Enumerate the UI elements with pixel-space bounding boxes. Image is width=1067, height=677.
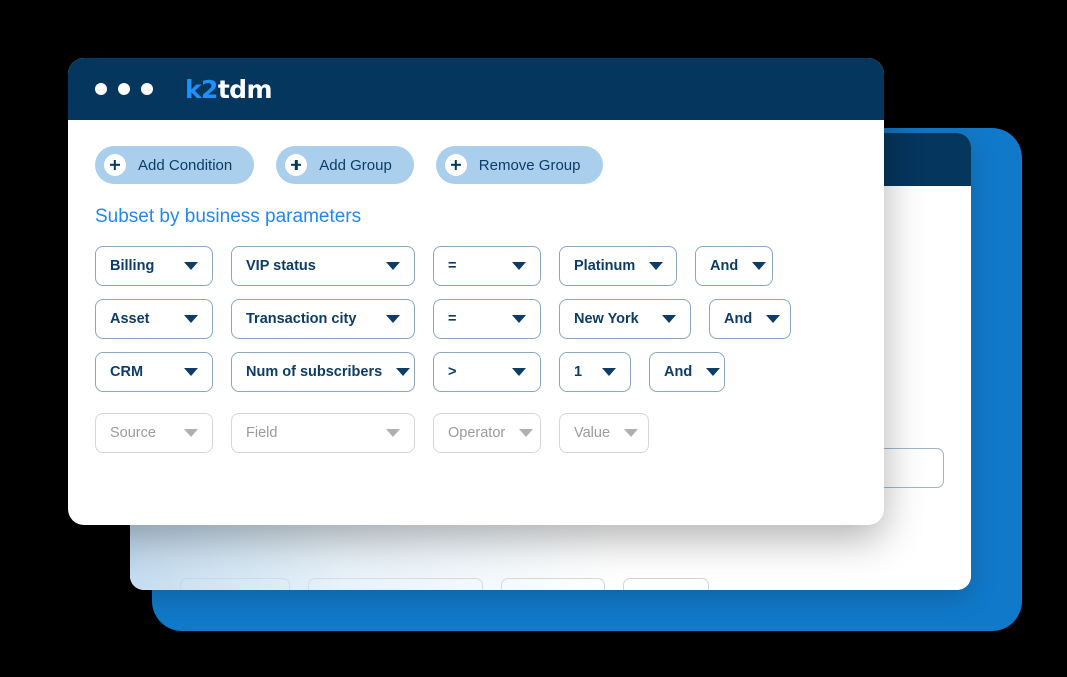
background-empty-condition-row: Source Field Operator Value (180, 578, 709, 590)
condition-join-select[interactable]: And (649, 352, 725, 392)
condition-join-label: And (664, 364, 693, 380)
background-value-select[interactable]: Value (623, 578, 709, 590)
condition-source-select[interactable]: Billing (95, 246, 213, 286)
condition-field-select[interactable]: Transaction city (231, 299, 415, 339)
empty-operator-select[interactable]: Operator (433, 413, 541, 453)
condition-operator-label: = (448, 258, 457, 274)
condition-operator-select[interactable]: = (433, 246, 541, 286)
chevron-down-icon (519, 429, 534, 437)
add-group-button-label: Add Group (319, 156, 392, 174)
background-operator-select-label: Operator (516, 589, 569, 591)
add-group-button[interactable]: Add Group (276, 146, 414, 184)
chevron-down-icon (184, 262, 198, 270)
background-field-select-label: Field (323, 589, 352, 591)
empty-field-select-label: Field (246, 425, 278, 441)
condition-field-label: Num of subscribers (246, 364, 383, 380)
chevron-down-icon (512, 315, 526, 323)
condition-value-select[interactable]: New York (559, 299, 691, 339)
condition-field-select[interactable]: VIP status (231, 246, 415, 286)
chevron-down-icon (184, 368, 198, 376)
condition-source-label: CRM (110, 364, 144, 380)
app-logo-secondary: tdm (217, 74, 273, 104)
empty-condition-row: Source Field Operator Value (95, 413, 884, 453)
condition-value-label: New York (574, 311, 639, 327)
condition-value-label: 1 (574, 364, 583, 380)
condition-join-label: And (724, 311, 753, 327)
condition-value-select[interactable]: 1 (559, 352, 631, 392)
empty-field-select[interactable]: Field (231, 413, 415, 453)
condition-join-select[interactable]: And (709, 299, 791, 339)
traffic-light-dots (95, 83, 153, 95)
background-field-select[interactable]: Field (308, 578, 483, 590)
window-titlebar: k2tdm (68, 58, 884, 120)
window-dot-icon[interactable] (141, 83, 153, 95)
condition-operator-select[interactable]: = (433, 299, 541, 339)
window-dot-icon[interactable] (95, 83, 107, 95)
condition-source-select[interactable]: Asset (95, 299, 213, 339)
plus-icon (104, 154, 126, 176)
main-window-body: Add Condition Add Group Remove Group Sub… (68, 120, 884, 453)
background-source-select-label: Source (195, 589, 238, 591)
condition-field-label: Transaction city (246, 311, 357, 327)
empty-operator-select-label: Operator (448, 425, 506, 441)
condition-source-label: Asset (110, 311, 150, 327)
condition-row: CRM Num of subscribers > 1 And (95, 352, 884, 392)
chevron-down-icon (602, 368, 616, 376)
condition-field-select[interactable]: Num of subscribers (231, 352, 415, 392)
condition-operator-select[interactable]: > (433, 352, 541, 392)
background-source-select[interactable]: Source (180, 578, 290, 590)
plus-icon (444, 154, 467, 176)
chevron-down-icon (624, 429, 639, 437)
condition-value-label: Platinum (574, 258, 636, 274)
remove-group-button[interactable]: Remove Group (435, 146, 603, 184)
condition-row: Asset Transaction city = New York And (95, 299, 884, 339)
chevron-down-icon (512, 262, 526, 270)
background-value-select-label: Value (638, 589, 672, 591)
main-window-card: k2tdm Add Condition Add Group Remove Gro… (68, 58, 884, 525)
empty-source-select[interactable]: Source (95, 413, 213, 453)
chevron-down-icon (752, 262, 767, 270)
condition-row: Billing VIP status = Platinum And (95, 246, 884, 286)
chevron-down-icon (386, 315, 400, 323)
remove-group-button-label: Remove Group (478, 156, 581, 174)
add-condition-button-label: Add Condition (138, 156, 233, 174)
condition-source-label: Billing (110, 258, 155, 274)
condition-rows: Billing VIP status = Platinum And Asset … (95, 246, 884, 453)
app-logo: k2tdm (185, 74, 273, 104)
condition-operator-label: > (448, 364, 457, 380)
background-operator-select[interactable]: Operator (501, 578, 605, 590)
empty-value-select-label: Value (574, 425, 611, 441)
condition-toolbar: Add Condition Add Group Remove Group (95, 146, 884, 184)
empty-value-select[interactable]: Value (559, 413, 649, 453)
chevron-down-icon (386, 262, 400, 270)
plus-icon (285, 154, 308, 176)
section-title: Subset by business parameters (95, 206, 362, 227)
condition-value-select[interactable]: Platinum (559, 246, 677, 286)
chevron-down-icon (184, 429, 198, 437)
chevron-down-icon (706, 368, 721, 376)
add-condition-button[interactable]: Add Condition (95, 146, 255, 184)
condition-source-select[interactable]: CRM (95, 352, 213, 392)
chevron-down-icon (512, 368, 526, 376)
condition-join-label: And (710, 258, 739, 274)
condition-join-select[interactable]: And (695, 246, 773, 286)
app-logo-primary: k2 (185, 74, 218, 104)
window-dot-icon[interactable] (118, 83, 130, 95)
scene: Source Field Operator Value (0, 0, 1067, 677)
chevron-down-icon (649, 262, 664, 270)
condition-field-label: VIP status (246, 258, 316, 274)
chevron-down-icon (386, 429, 400, 437)
empty-source-select-label: Source (110, 425, 156, 441)
condition-operator-label: = (448, 311, 457, 327)
chevron-down-icon (396, 368, 411, 376)
chevron-down-icon (184, 315, 198, 323)
chevron-down-icon (662, 315, 676, 323)
chevron-down-icon (766, 315, 781, 323)
